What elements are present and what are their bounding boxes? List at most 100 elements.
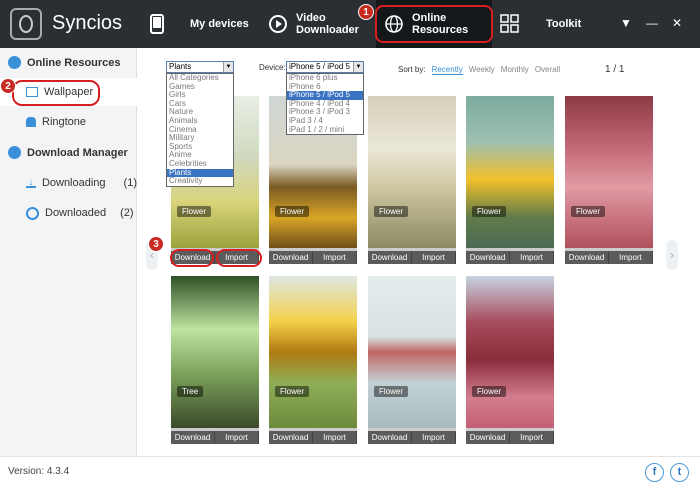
sort-weekly[interactable]: Weekly: [469, 65, 495, 75]
card-actions: Download Import: [368, 251, 456, 264]
sort-label: Sort by:: [398, 65, 426, 74]
facebook-icon[interactable]: f: [645, 463, 664, 482]
sort-bar: Sort by: Recently Weekly Monthly Overall: [398, 65, 560, 75]
chevron-down-icon: ▼: [223, 62, 233, 72]
sidebar: Online Resources Wallpaper 2 Ringtone Do…: [0, 48, 137, 456]
syncios-logo-icon: [10, 8, 42, 40]
wallpaper-thumbnail[interactable]: [171, 276, 259, 428]
highlight-ring: [12, 80, 100, 106]
sidebar-item-downloaded[interactable]: Downloaded (2): [0, 199, 137, 227]
next-page-button[interactable]: ›: [666, 240, 678, 270]
download-icon: ↓: [26, 178, 36, 188]
sidebar-section-online-resources[interactable]: Online Resources: [8, 56, 121, 69]
twitter-icon[interactable]: t: [670, 463, 689, 482]
download-button[interactable]: Download: [368, 431, 412, 444]
download-button[interactable]: Download: [466, 251, 510, 264]
category-tag: Flower: [275, 386, 310, 397]
device-dropdown-list[interactable]: iPhone 6 plus iPhone 6 iPhone 5 / iPod 5 iP…: [286, 73, 364, 136]
section-label: Online Resources: [27, 56, 121, 69]
footer: Version: 4.3.4 f t: [0, 456, 700, 487]
globe-icon: [8, 56, 21, 69]
count-badge: (1): [123, 177, 137, 189]
wallpaper-card[interactable]: Flower Download Import: [269, 276, 357, 444]
download-button[interactable]: Download: [269, 431, 313, 444]
close-icon[interactable]: ✕: [672, 16, 682, 30]
wallpaper-card[interactable]: Flower Download Import: [368, 96, 456, 264]
highlight-ring: [170, 249, 214, 267]
minimize-icon[interactable]: —: [646, 16, 658, 30]
card-actions: Download Import: [565, 251, 653, 264]
category-tag: Flower: [571, 206, 606, 217]
section-label: Download Manager: [27, 146, 128, 159]
download-button[interactable]: Download: [565, 251, 609, 264]
wallpaper-card[interactable]: Flower Download Import: [466, 96, 554, 264]
wallpaper-card[interactable]: Flower Download Import: [565, 96, 653, 264]
sort-overall[interactable]: Overall: [535, 65, 560, 75]
chevron-down-icon: ▼: [353, 62, 363, 72]
top-bar: Syncios My devices Video Downloader Onli…: [0, 0, 700, 48]
nav-label: My devices: [190, 18, 249, 30]
step-badge-2: 2: [0, 78, 16, 94]
download-button[interactable]: Download: [368, 251, 412, 264]
sidebar-item-ringtone[interactable]: Ringtone: [0, 108, 137, 136]
card-actions: Download Import: [368, 431, 456, 444]
wallpaper-thumbnail[interactable]: [368, 276, 456, 428]
pagination: 1 / 1: [605, 64, 625, 75]
grid-icon: [500, 14, 520, 34]
app-title: Syncios: [52, 12, 123, 34]
wallpaper-card[interactable]: Flower Download Import: [466, 276, 554, 444]
wallpaper-thumbnail[interactable]: [565, 96, 653, 248]
nav-my-devices[interactable]: My devices: [150, 0, 260, 48]
card-actions: Download Import: [269, 431, 357, 444]
import-button[interactable]: Import: [215, 431, 259, 444]
sidebar-item-label: Ringtone: [42, 116, 87, 128]
category-tag: Flower: [177, 206, 212, 217]
device-option[interactable]: iPad 1 / 2 / mini: [289, 125, 363, 135]
highlight-ring: [375, 5, 493, 43]
category-tag: Flower: [472, 386, 507, 397]
check-circle-icon: [26, 206, 39, 220]
import-button[interactable]: Import: [412, 431, 456, 444]
play-icon: [268, 14, 288, 34]
category-tag: Flower: [275, 206, 310, 217]
wallpaper-thumbnail[interactable]: [466, 276, 554, 428]
category-tag: Tree: [177, 386, 204, 397]
download-button[interactable]: Download: [269, 251, 313, 264]
category-dropdown-list[interactable]: All Categories Games Girls Cars Nature Animal…: [166, 73, 234, 187]
wallpaper-thumbnail[interactable]: [466, 96, 554, 248]
menu-icon[interactable]: ▼: [620, 16, 632, 30]
version-text: Version: 4.3.4: [8, 466, 70, 477]
nav-label: Toolkit: [546, 18, 582, 30]
import-button[interactable]: Import: [510, 431, 554, 444]
nav-toolkit[interactable]: Toolkit: [500, 0, 600, 48]
sort-monthly[interactable]: Monthly: [501, 65, 529, 75]
bell-icon: [26, 117, 36, 127]
select-value: Plants: [169, 62, 192, 71]
wallpaper-card[interactable]: Tree Download Import: [171, 276, 259, 444]
sidebar-item-downloading[interactable]: ↓ Downloading (1): [0, 169, 137, 197]
category-select[interactable]: Plants ▼: [166, 61, 234, 73]
category-tag: Flower: [374, 386, 409, 397]
import-button[interactable]: Import: [412, 251, 456, 264]
download-manager-icon: [8, 146, 21, 159]
step-badge-3: 3: [148, 236, 164, 252]
wallpaper-thumbnail[interactable]: [368, 96, 456, 248]
count-badge: (2): [120, 207, 134, 219]
download-button[interactable]: Download: [171, 431, 215, 444]
card-actions: Download Import: [269, 251, 357, 264]
category-option[interactable]: Creativity: [169, 177, 233, 186]
device-label: Device:: [259, 63, 286, 72]
import-button[interactable]: Import: [510, 251, 554, 264]
import-button[interactable]: Import: [313, 251, 357, 264]
download-button[interactable]: Download: [466, 431, 510, 444]
sort-recently[interactable]: Recently: [431, 65, 463, 75]
import-button[interactable]: Import: [313, 431, 357, 444]
device-select[interactable]: iPhone 5 / iPod 5 ▼: [286, 61, 364, 73]
sidebar-section-download-manager[interactable]: Download Manager: [8, 146, 128, 159]
card-actions: Download Import: [171, 431, 259, 444]
wallpaper-thumbnail[interactable]: [269, 276, 357, 428]
category-tag: Flower: [374, 206, 409, 217]
card-actions: Download Import: [466, 251, 554, 264]
wallpaper-card[interactable]: Flower Download Import: [368, 276, 456, 444]
import-button[interactable]: Import: [609, 251, 653, 264]
